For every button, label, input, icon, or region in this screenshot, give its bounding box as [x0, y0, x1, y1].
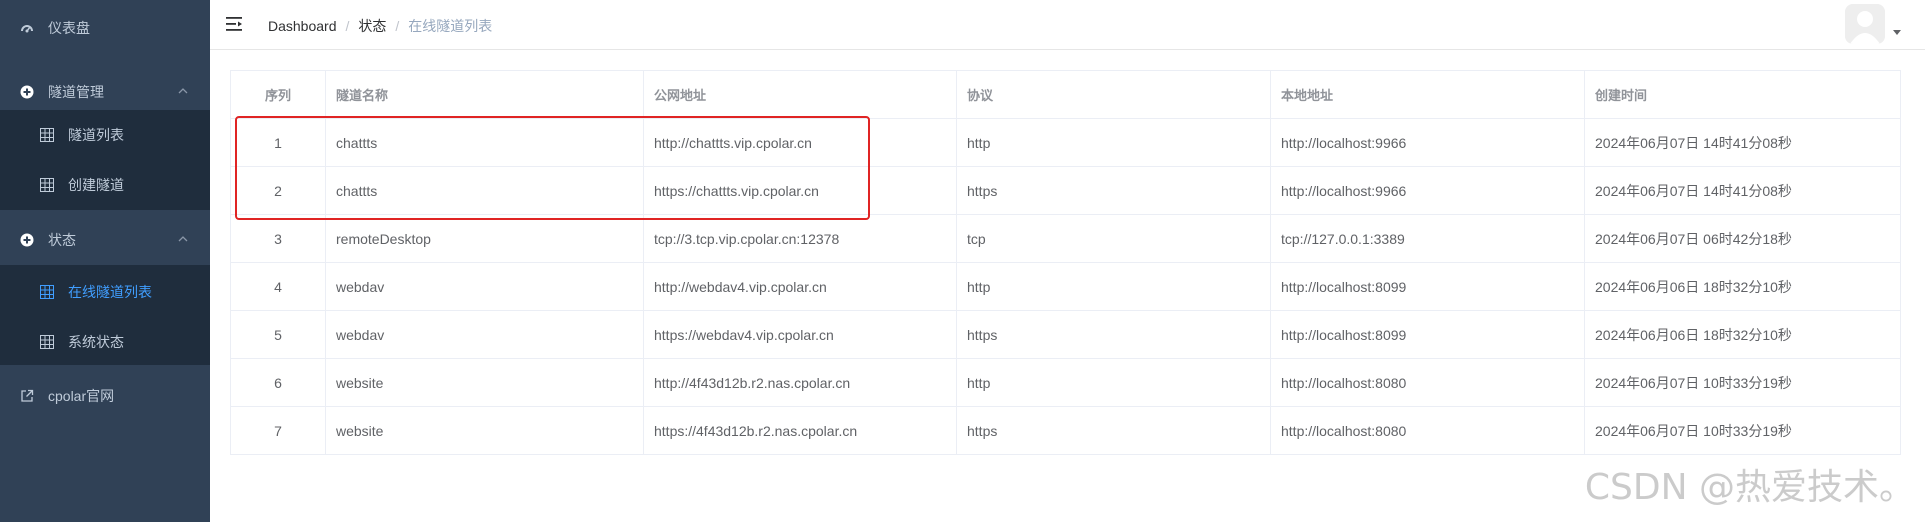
cell-public-url: https://chattts.vip.cpolar.cn: [643, 166, 957, 215]
cell-local-addr: http://localhost:8080: [1270, 358, 1585, 407]
cell-local-addr: http://localhost:8080: [1270, 406, 1585, 455]
cell-protocol: https: [956, 406, 1271, 455]
cell-created: 2024年06月06日 18时32分10秒: [1584, 310, 1901, 359]
cell-public-url: http://4f43d12b.r2.nas.cpolar.cn: [643, 358, 957, 407]
table-row: 2 chattts https://chattts.vip.cpolar.cn …: [230, 166, 1901, 215]
watermark: CSDN @热爱技术。: [1584, 467, 1915, 508]
cell-created: 2024年06月07日 14时41分08秒: [1584, 166, 1901, 215]
avatar[interactable]: [1845, 4, 1885, 44]
sidebar-item-label: 创建隧道: [68, 177, 124, 193]
cell-name: chattts: [325, 166, 644, 215]
sidebar-item-status[interactable]: 状态: [0, 212, 210, 268]
cell-protocol: https: [956, 310, 1271, 359]
breadcrumb: Dashboard / 状态 / 在线隧道列表: [268, 16, 492, 36]
header-public-url: 公网地址: [643, 70, 957, 119]
header-name: 隧道名称: [325, 70, 644, 119]
breadcrumb-dashboard[interactable]: Dashboard: [268, 18, 337, 34]
sidebar-item-create-tunnel[interactable]: 创建隧道: [0, 160, 210, 210]
breadcrumb-separator: /: [395, 18, 400, 34]
caret-down-icon[interactable]: [1893, 30, 1901, 35]
grid-icon: [40, 335, 54, 349]
sidebar: 仪表盘 隧道管理 隧道列表 创建隧道 状态 在线隧道列表 系统状态 cpolar…: [0, 0, 210, 522]
external-link-icon: [21, 389, 34, 402]
cell-local-addr: http://localhost:9966: [1270, 166, 1585, 215]
table-row: 6 website http://4f43d12b.r2.nas.cpolar.…: [230, 358, 1901, 407]
header-protocol: 协议: [956, 70, 1271, 119]
dashboard-icon: [21, 25, 33, 33]
sidebar-item-label: 状态: [48, 232, 76, 248]
cell-name: webdav: [325, 262, 644, 311]
grid-icon: [40, 178, 54, 192]
cell-protocol: https: [956, 166, 1271, 215]
header-local-addr: 本地地址: [1270, 70, 1585, 119]
cell-local-addr: http://localhost:9966: [1270, 118, 1585, 167]
cell-local-addr: http://localhost:8099: [1270, 310, 1585, 359]
sidebar-item-system-status[interactable]: 系统状态: [0, 317, 210, 367]
cell-public-url: http://chattts.vip.cpolar.cn: [643, 118, 957, 167]
user-avatar-icon: [1845, 4, 1885, 44]
sidebar-item-label: 隧道管理: [48, 84, 104, 100]
chevron-up-icon: [178, 236, 188, 242]
breadcrumb-current: 在线隧道列表: [408, 18, 493, 34]
table-row: 3 remoteDesktop tcp://3.tcp.vip.cpolar.c…: [230, 214, 1901, 263]
cell-public-url: https://webdav4.vip.cpolar.cn: [643, 310, 957, 359]
sidebar-item-label: 隧道列表: [68, 127, 124, 143]
sidebar-item-label: 仪表盘: [48, 20, 90, 36]
cell-index: 6: [230, 358, 326, 407]
cell-created: 2024年06月07日 10时33分19秒: [1584, 358, 1901, 407]
sidebar-item-label: 系统状态: [68, 334, 124, 350]
table-row: 1 chattts http://chattts.vip.cpolar.cn h…: [230, 118, 1901, 167]
table-row: 5 webdav https://webdav4.vip.cpolar.cn h…: [230, 310, 1901, 359]
cell-protocol: http: [956, 358, 1271, 407]
header-created: 创建时间: [1584, 70, 1901, 119]
cell-protocol: http: [956, 262, 1271, 311]
table-header-row: 序列 隧道名称 公网地址 协议 本地地址 创建时间: [230, 70, 1901, 119]
cell-index: 4: [230, 262, 326, 311]
sidebar-item-label: 在线隧道列表: [68, 284, 152, 300]
table-row: 7 website https://4f43d12b.r2.nas.cpolar…: [230, 406, 1901, 455]
cell-protocol: http: [956, 118, 1271, 167]
sidebar-item-online-tunnels[interactable]: 在线隧道列表: [0, 267, 210, 317]
grid-icon: [40, 128, 54, 142]
cell-created: 2024年06月07日 06时42分18秒: [1584, 214, 1901, 263]
sidebar-item-label: cpolar官网: [48, 388, 115, 404]
cell-local-addr: tcp://127.0.0.1:3389: [1270, 214, 1585, 263]
cell-name: website: [325, 406, 644, 455]
cell-created: 2024年06月07日 10时33分19秒: [1584, 406, 1901, 455]
cell-name: remoteDesktop: [325, 214, 644, 263]
cell-name: webdav: [325, 310, 644, 359]
menu-fold-icon[interactable]: [226, 15, 244, 33]
cell-public-url: http://webdav4.vip.cpolar.cn: [643, 262, 957, 311]
cell-index: 3: [230, 214, 326, 263]
cell-index: 2: [230, 166, 326, 215]
cell-index: 5: [230, 310, 326, 359]
cell-protocol: tcp: [956, 214, 1271, 263]
plus-circle-icon: [20, 85, 34, 99]
cell-public-url: https://4f43d12b.r2.nas.cpolar.cn: [643, 406, 957, 455]
sidebar-item-official-site[interactable]: cpolar官网: [0, 368, 210, 424]
cell-local-addr: http://localhost:8099: [1270, 262, 1585, 311]
cell-created: 2024年06月06日 18时32分10秒: [1584, 262, 1901, 311]
header-index: 序列: [230, 70, 326, 119]
cell-name: chattts: [325, 118, 644, 167]
sidebar-item-tunnel-list[interactable]: 隧道列表: [0, 110, 210, 160]
cell-created: 2024年06月07日 14时41分08秒: [1584, 118, 1901, 167]
cell-name: website: [325, 358, 644, 407]
breadcrumb-status: 状态: [358, 18, 387, 34]
navbar: Dashboard / 状态 / 在线隧道列表: [210, 0, 1925, 50]
sidebar-item-dashboard[interactable]: 仪表盘: [0, 0, 210, 56]
plus-circle-icon: [20, 233, 34, 247]
tunnel-table: 序列 隧道名称 公网地址 协议 本地地址 创建时间 1 chattts http…: [230, 70, 1901, 455]
cell-index: 7: [230, 406, 326, 455]
cell-public-url: tcp://3.tcp.vip.cpolar.cn:12378: [643, 214, 957, 263]
grid-icon: [40, 285, 54, 299]
chevron-up-icon: [178, 88, 188, 94]
cell-index: 1: [230, 118, 326, 167]
table-row: 4 webdav http://webdav4.vip.cpolar.cn ht…: [230, 262, 1901, 311]
breadcrumb-separator: /: [345, 18, 350, 34]
